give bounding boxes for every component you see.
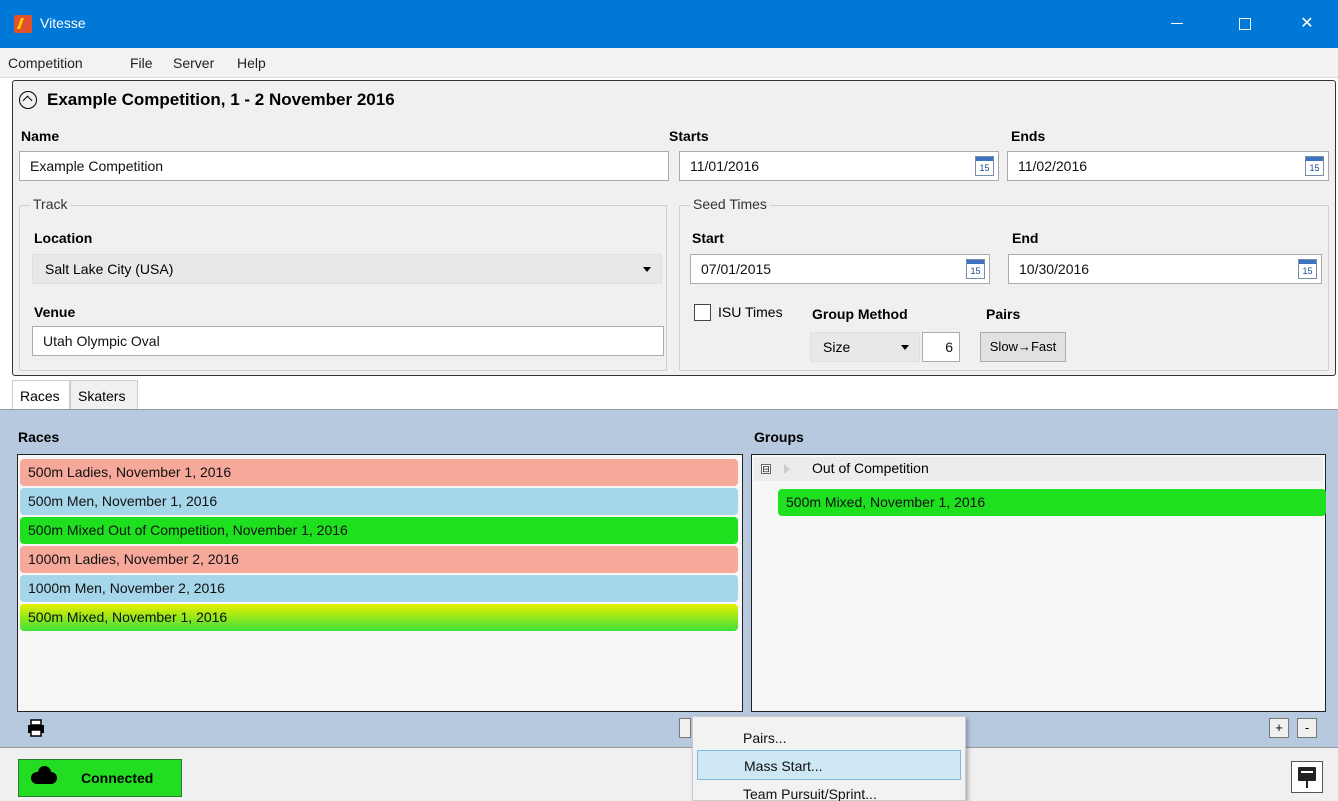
- menu-item-team-pursuit[interactable]: Team Pursuit/Sprint...: [697, 779, 961, 801]
- location-value: Salt Lake City (USA): [45, 261, 174, 277]
- app-icon: [14, 15, 32, 33]
- add-group-button[interactable]: +: [1269, 718, 1289, 738]
- calendar-icon[interactable]: 15: [975, 156, 994, 176]
- remove-group-button[interactable]: -: [1297, 718, 1317, 738]
- race-item[interactable]: 500m Ladies, November 1, 2016: [20, 459, 738, 486]
- print-icon: [28, 719, 44, 737]
- starts-date-field[interactable]: 11/01/2016 15: [679, 151, 999, 181]
- starts-label: Starts: [669, 128, 709, 144]
- minimize-button[interactable]: [1154, 0, 1200, 48]
- close-icon: ✕: [1300, 15, 1314, 32]
- content-area: Races 500m Ladies, November 1, 2016 500m…: [0, 409, 1338, 747]
- seed-end-date-field[interactable]: 10/30/2016 15: [1008, 254, 1322, 284]
- isu-times-label: ISU Times: [718, 304, 783, 320]
- location-select[interactable]: Salt Lake City (USA): [32, 254, 662, 284]
- close-button[interactable]: ✕: [1284, 0, 1330, 48]
- name-field[interactable]: Example Competition: [19, 151, 669, 181]
- tree-expand-arrow-icon: [784, 464, 790, 474]
- connection-status: Connected: [81, 770, 154, 786]
- seed-start-label: Start: [692, 230, 724, 246]
- minimize-icon: [1171, 23, 1183, 25]
- location-label: Location: [34, 230, 93, 246]
- venue-label: Venue: [34, 304, 76, 320]
- ends-date-field[interactable]: 11/02/2016 15: [1007, 151, 1329, 181]
- menu-item-mass-start[interactable]: Mass Start...: [697, 750, 961, 780]
- title-bar: Vitesse ✕: [0, 0, 1338, 48]
- dropdown-arrow-icon: [901, 345, 909, 350]
- race-type-menu: Pairs... Mass Start... Team Pursuit/Spri…: [692, 716, 966, 801]
- pairs-order-button[interactable]: Slow→Fast: [980, 332, 1066, 362]
- races-list[interactable]: 500m Ladies, November 1, 2016 500m Men, …: [17, 454, 743, 712]
- group-method-select[interactable]: Size: [810, 332, 920, 362]
- calendar-icon[interactable]: 15: [966, 259, 985, 279]
- race-item[interactable]: 500m Men, November 1, 2016: [20, 488, 738, 515]
- collapse-group-icon[interactable]: ⊟: [761, 464, 771, 474]
- calendar-icon[interactable]: 15: [1305, 156, 1324, 176]
- cloud-icon: [31, 766, 57, 784]
- collapse-icon[interactable]: [19, 91, 37, 109]
- menu-file[interactable]: File: [130, 55, 153, 71]
- group-race-item[interactable]: 500m Mixed, November 1, 2016: [778, 489, 1326, 516]
- seed-end-label: End: [1012, 230, 1039, 246]
- seed-times-group: Seed Times Start 07/01/2015 15 End 10/30…: [679, 196, 1329, 371]
- menu-competition[interactable]: Competition: [8, 55, 83, 71]
- seed-start-date-value: 07/01/2015: [701, 261, 772, 277]
- isu-times-checkbox[interactable]: [694, 304, 711, 321]
- starts-date-value: 11/01/2016: [690, 158, 760, 174]
- pairs-label: Pairs: [986, 306, 1021, 322]
- groups-heading: Groups: [754, 429, 804, 445]
- races-heading: Races: [18, 429, 60, 445]
- menu-help[interactable]: Help: [237, 55, 266, 71]
- track-group: Track Location Salt Lake City (USA) Venu…: [19, 196, 667, 371]
- status-bar: Connected: [0, 747, 1338, 801]
- menu-server[interactable]: Server: [173, 55, 214, 71]
- seed-end-date-value: 10/30/2016: [1019, 261, 1090, 277]
- group-method-label: Group Method: [812, 306, 908, 322]
- track-group-title: Track: [30, 196, 71, 212]
- print-button[interactable]: [26, 718, 46, 738]
- competition-title: Example Competition, 1 - 2 November 2016: [47, 90, 395, 109]
- connection-button[interactable]: Connected: [18, 759, 182, 797]
- server-icon: [1298, 767, 1316, 788]
- maximize-button[interactable]: [1222, 0, 1268, 48]
- race-item[interactable]: 1000m Men, November 2, 2016: [20, 575, 738, 602]
- menu-bar: Competition File Server Help: [0, 48, 1338, 78]
- server-button[interactable]: [1291, 761, 1323, 793]
- venue-field[interactable]: Utah Olympic Oval: [32, 326, 664, 356]
- ends-date-value: 11/02/2016: [1018, 158, 1088, 174]
- race-item[interactable]: 500m Mixed, November 1, 2016: [20, 604, 738, 631]
- menu-item-pairs[interactable]: Pairs...: [697, 723, 961, 753]
- group-name: Out of Competition: [812, 460, 929, 476]
- maximize-icon: [1239, 17, 1251, 30]
- race-item[interactable]: 1000m Ladies, November 2, 2016: [20, 546, 738, 573]
- seed-start-date-field[interactable]: 07/01/2015 15: [690, 254, 990, 284]
- race-item[interactable]: 500m Mixed Out of Competition, November …: [20, 517, 738, 544]
- name-label: Name: [21, 128, 60, 144]
- competition-panel: Example Competition, 1 - 2 November 2016…: [12, 80, 1336, 376]
- groups-tree[interactable]: ⊟ Out of Competition 500m Mixed, Novembe…: [751, 454, 1326, 712]
- add-race-button-partial[interactable]: [679, 718, 691, 738]
- window-title: Vitesse: [40, 15, 86, 31]
- calendar-icon[interactable]: 15: [1298, 259, 1317, 279]
- tree-group-header[interactable]: ⊟ Out of Competition: [754, 457, 1323, 481]
- group-size-field[interactable]: 6: [922, 332, 960, 362]
- ends-label: Ends: [1011, 128, 1046, 144]
- seed-times-group-title: Seed Times: [690, 196, 770, 212]
- tab-races[interactable]: Races: [12, 380, 70, 410]
- group-method-value: Size: [823, 339, 851, 355]
- tab-skaters[interactable]: Skaters: [70, 380, 138, 410]
- dropdown-arrow-icon: [643, 267, 651, 272]
